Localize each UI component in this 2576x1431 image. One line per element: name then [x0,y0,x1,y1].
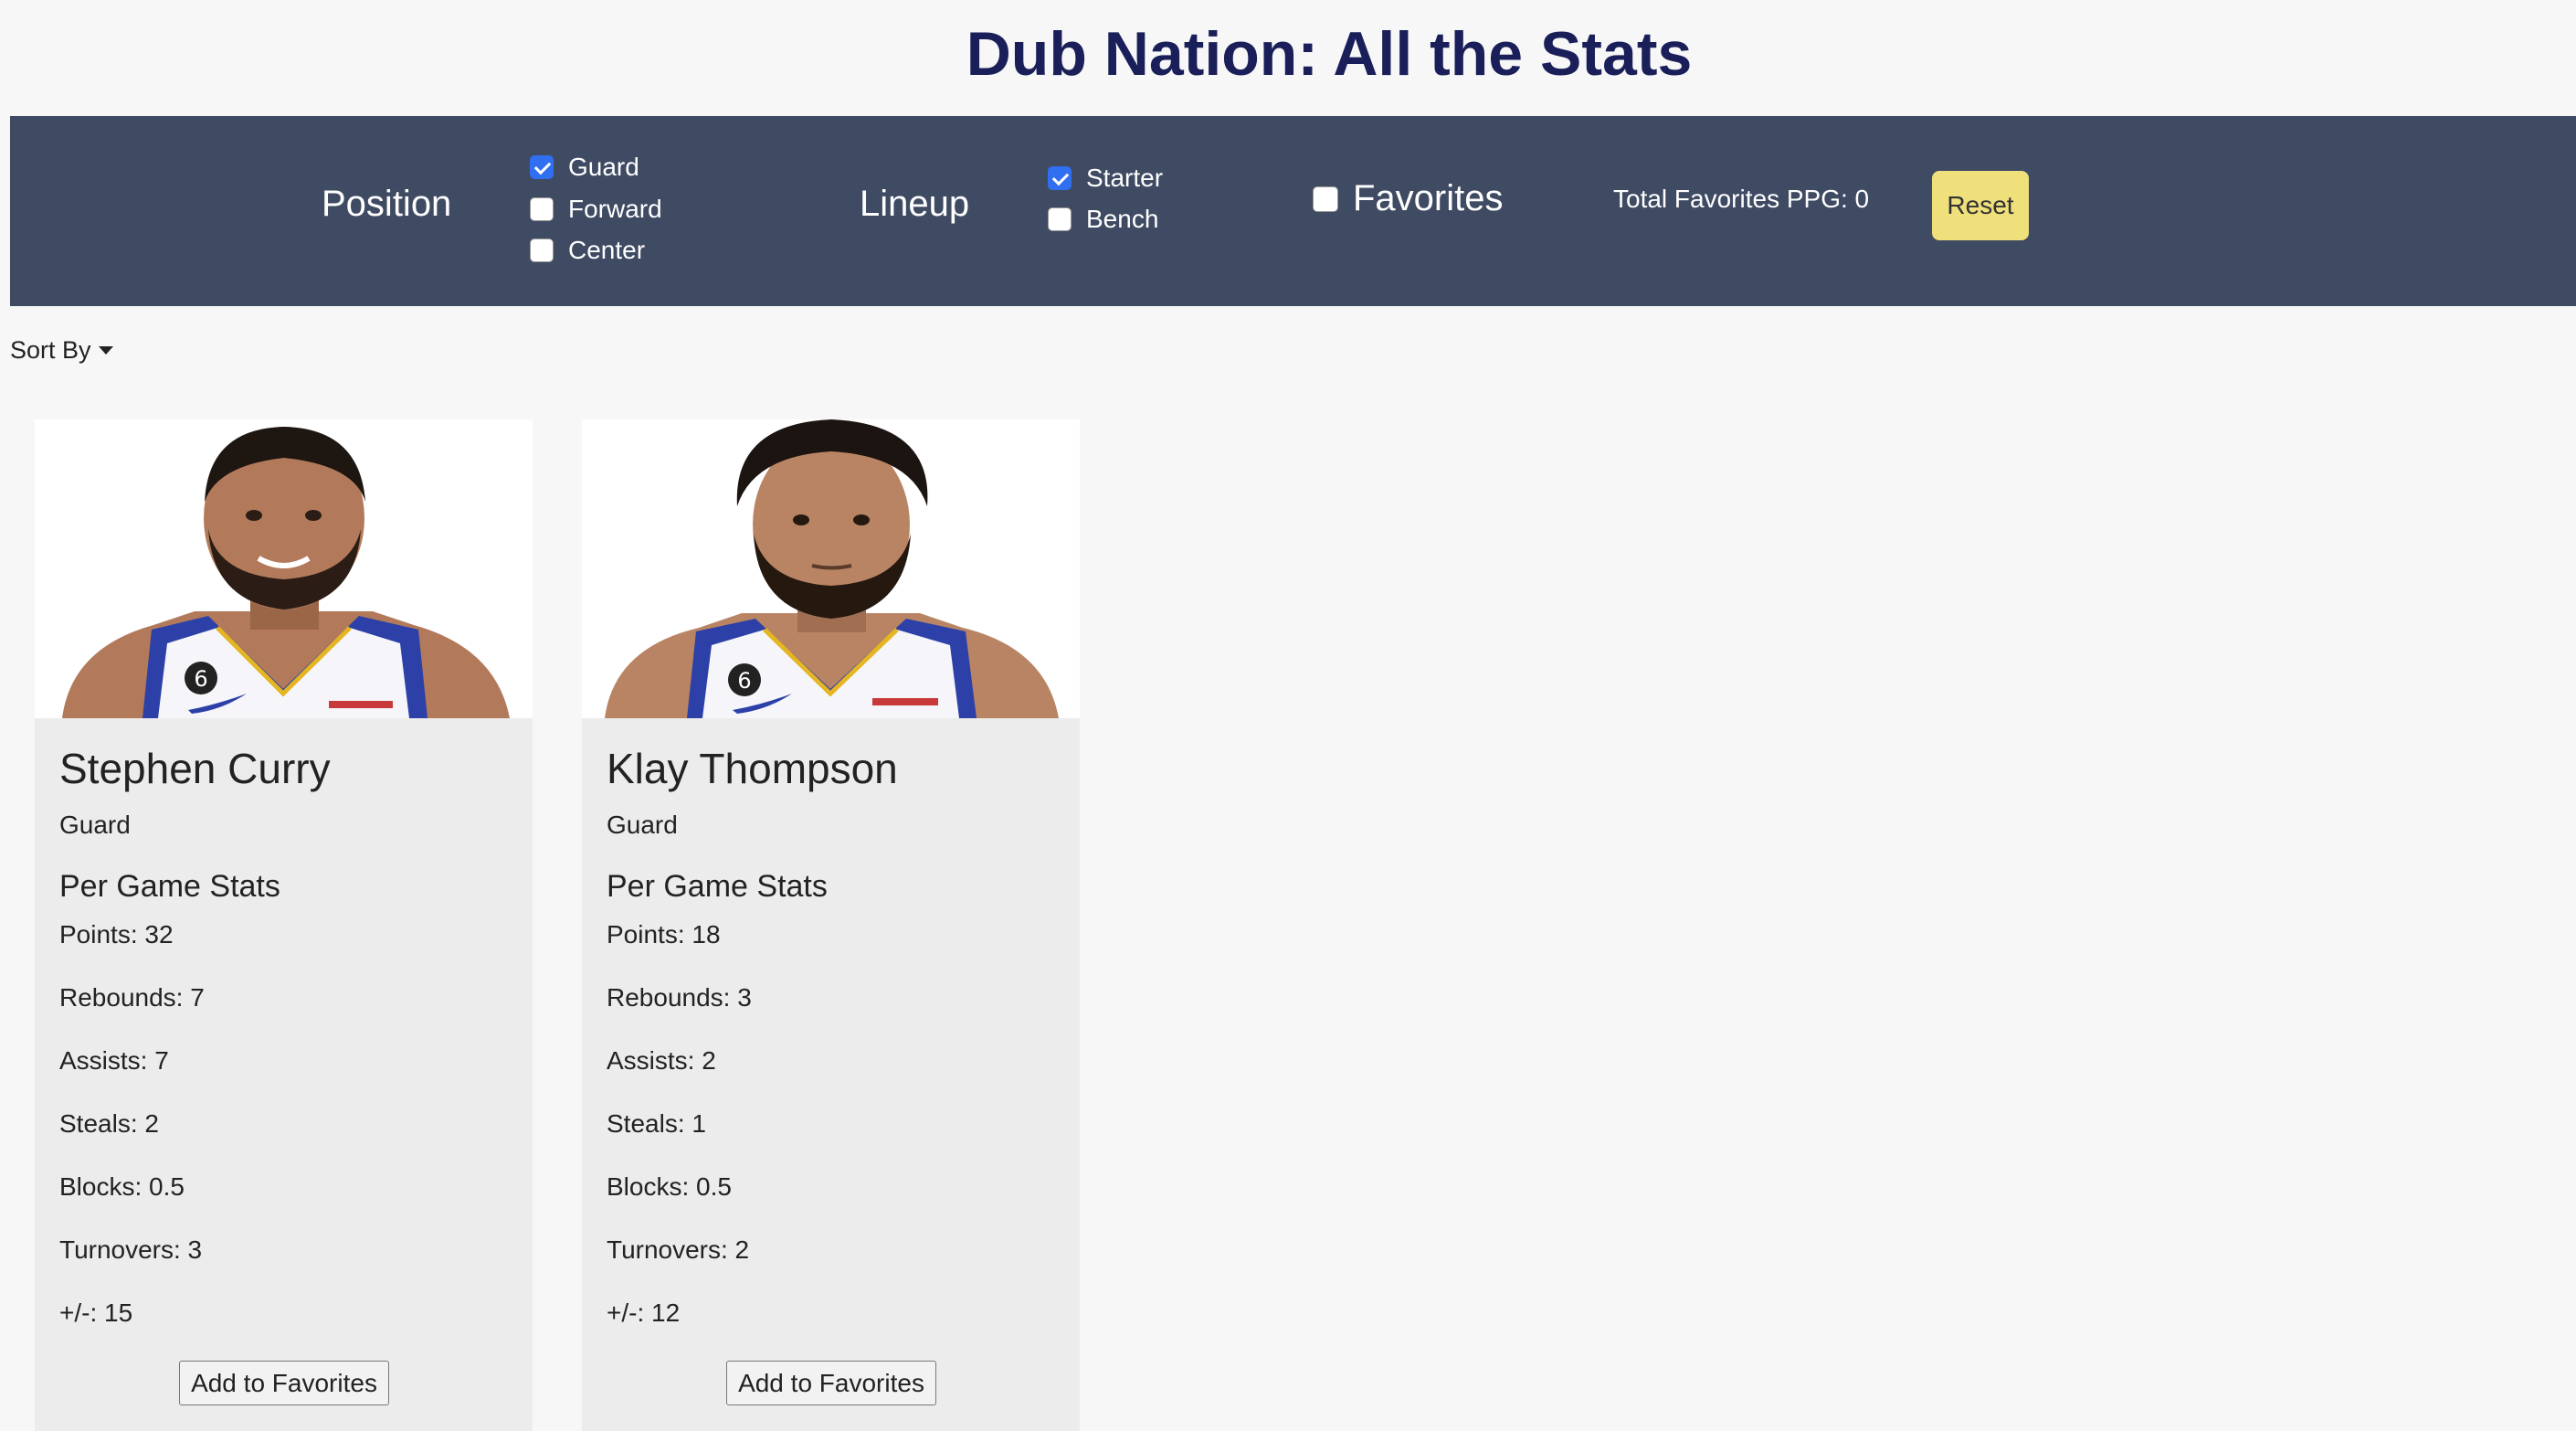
player-name: Klay Thompson [607,745,898,792]
stat-points: Points: 18 [607,920,721,949]
stat-turnovers: Turnovers: 2 [607,1235,750,1264]
per-game-stats-heading: Per Game Stats [607,869,828,904]
lineup-option-starter[interactable]: Starter [1048,164,1163,193]
player-position: Guard [59,811,131,839]
player-headshot: 6 [35,419,533,718]
bench-checkbox[interactable] [1048,207,1072,231]
player-position: Guard [607,811,678,839]
stat-blocks: Blocks: 0.5 [607,1172,732,1201]
reset-button[interactable]: Reset [1932,171,2029,240]
forward-label: Forward [568,195,662,223]
stat-rebounds: Rebounds: 7 [59,983,205,1012]
guard-label: Guard [568,153,639,181]
stat-assists: Assists: 7 [59,1046,169,1075]
position-option-center[interactable]: Center [530,236,645,265]
page-title: Dub Nation: All the Stats [966,19,1693,89]
bench-label: Bench [1086,205,1159,233]
total-favorites-ppg: Total Favorites PPG: 0 [1613,185,1870,213]
sort-by-dropdown[interactable]: Sort By [10,336,113,365]
stat-plus-minus: +/-: 12 [607,1298,681,1327]
stat-points: Points: 32 [59,920,174,949]
svg-text:6: 6 [737,668,751,694]
stat-plus-minus: +/-: 15 [59,1298,133,1327]
center-checkbox[interactable] [530,238,554,262]
add-to-favorites-button[interactable]: Add to Favorites [726,1361,936,1405]
center-label: Center [568,236,646,264]
stat-turnovers: Turnovers: 3 [59,1235,203,1264]
favorites-checkbox[interactable] [1313,186,1338,212]
player-name: Stephen Curry [59,745,331,792]
player-card: 6 Klay Thompson Guard Per Game Stats Poi… [582,419,1080,1431]
starter-checkbox[interactable] [1048,166,1072,190]
player-card: 6 Stephen Curry Guard Per Game Stats Poi… [35,419,533,1431]
stat-blocks: Blocks: 0.5 [59,1172,185,1201]
favorites-label: Favorites [1353,178,1504,218]
per-game-stats-heading: Per Game Stats [59,869,280,904]
position-option-guard[interactable]: Guard [530,153,639,182]
starter-label: Starter [1086,164,1164,192]
stat-assists: Assists: 2 [607,1046,716,1075]
sort-by-label: Sort By [10,336,91,364]
player-headshot: 6 [582,419,1080,718]
guard-checkbox[interactable] [530,155,554,179]
add-to-favorites-button[interactable]: Add to Favorites [179,1361,389,1405]
position-filter-label: Position [322,184,452,224]
filter-bar: Position Guard Forward Center Lineup Sta… [10,116,2576,306]
position-option-forward[interactable]: Forward [530,195,662,224]
forward-checkbox[interactable] [530,197,554,221]
favorites-filter[interactable]: Favorites [1313,178,1504,219]
lineup-filter-label: Lineup [860,184,970,224]
stat-steals: Steals: 1 [607,1109,706,1138]
svg-text:6: 6 [194,666,207,692]
caret-down-icon [98,346,113,355]
lineup-option-bench[interactable]: Bench [1048,205,1158,234]
stat-steals: Steals: 2 [59,1109,159,1138]
stat-rebounds: Rebounds: 3 [607,983,752,1012]
